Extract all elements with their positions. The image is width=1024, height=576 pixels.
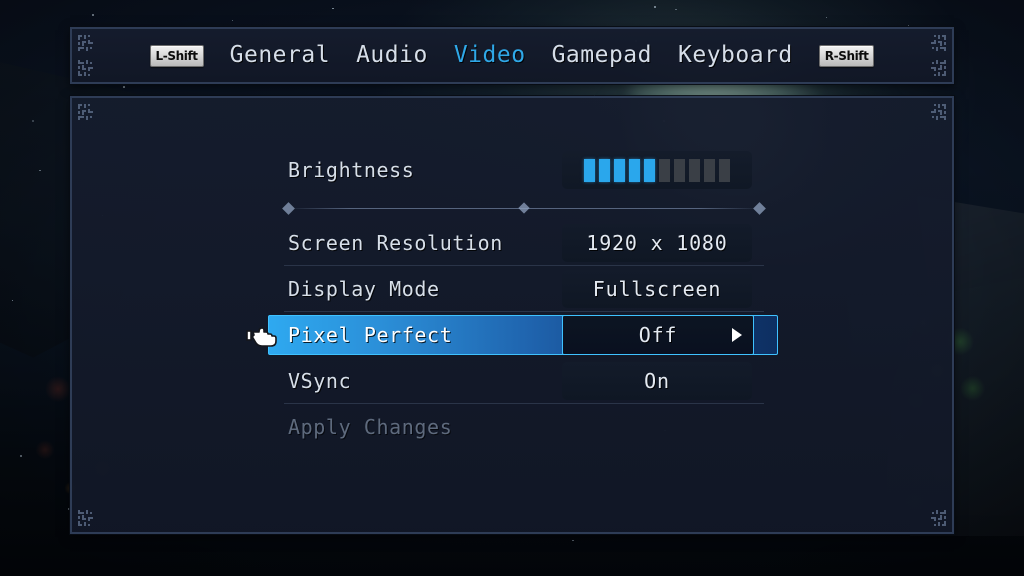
brightness-segment[interactable] xyxy=(644,159,655,182)
setting-row-display-mode[interactable]: Display Mode Fullscreen xyxy=(284,266,764,312)
setting-value-pixel-perfect[interactable]: Off xyxy=(562,315,754,355)
chevron-right-icon[interactable] xyxy=(732,328,742,342)
divider-diamond-icon xyxy=(282,202,295,215)
video-settings-panel: Brightness Screen Resolution 1920 x 1080… xyxy=(70,96,954,534)
apply-changes-label: Apply Changes xyxy=(284,415,562,439)
setting-value-screen-resolution[interactable]: 1920 x 1080 xyxy=(562,224,752,262)
brightness-slider[interactable] xyxy=(562,151,752,189)
setting-row-apply-changes[interactable]: Apply Changes xyxy=(284,404,764,450)
ornament-corner-icon xyxy=(77,103,94,120)
brightness-segment[interactable] xyxy=(719,159,730,182)
tab-video[interactable]: Video xyxy=(454,44,526,67)
tab-general[interactable]: General xyxy=(230,44,330,67)
brightness-segment[interactable] xyxy=(689,159,700,182)
brightness-segment[interactable] xyxy=(629,159,640,182)
ornament-corner-icon xyxy=(77,510,94,527)
setting-label-brightness: Brightness xyxy=(284,158,562,182)
divider-diamond-icon xyxy=(753,202,766,215)
divider-diamond-icon xyxy=(518,202,529,213)
setting-row-pixel-perfect[interactable]: Pixel Perfect Off xyxy=(284,312,764,358)
setting-value-text: Off xyxy=(639,323,678,347)
brightness-segment[interactable] xyxy=(674,159,685,182)
brightness-segment[interactable] xyxy=(599,159,610,182)
brightness-segment[interactable] xyxy=(704,159,715,182)
pointing-hand-cursor-icon xyxy=(246,320,280,350)
settings-tab-bar: L-Shift General Audio Video Gamepad Keyb… xyxy=(70,27,954,84)
prev-tab-key-badge[interactable]: L-Shift xyxy=(150,45,204,67)
setting-label-screen-resolution: Screen Resolution xyxy=(284,231,562,255)
ornament-corner-icon xyxy=(77,34,94,51)
tab-keyboard[interactable]: Keyboard xyxy=(678,44,793,67)
tab-audio[interactable]: Audio xyxy=(356,44,428,67)
setting-row-brightness[interactable]: Brightness xyxy=(284,142,764,198)
setting-label-display-mode: Display Mode xyxy=(284,277,562,301)
brightness-segment[interactable] xyxy=(584,159,595,182)
ornament-corner-icon xyxy=(930,510,947,527)
ornament-corner-icon xyxy=(930,34,947,51)
setting-value-vsync[interactable]: On xyxy=(562,362,752,400)
next-tab-key-badge[interactable]: R-Shift xyxy=(819,45,875,67)
setting-row-screen-resolution[interactable]: Screen Resolution 1920 x 1080 xyxy=(284,220,764,266)
brightness-segment[interactable] xyxy=(614,159,625,182)
setting-label-pixel-perfect: Pixel Perfect xyxy=(284,323,562,347)
section-divider xyxy=(284,200,764,218)
brightness-segment[interactable] xyxy=(659,159,670,182)
ornament-corner-icon xyxy=(930,103,947,120)
ornament-corner-icon xyxy=(930,60,947,77)
setting-value-display-mode[interactable]: Fullscreen xyxy=(562,270,752,308)
settings-list: Brightness Screen Resolution 1920 x 1080… xyxy=(284,142,764,450)
tab-gamepad[interactable]: Gamepad xyxy=(552,44,652,67)
setting-label-vsync: VSync xyxy=(284,369,562,393)
ornament-corner-icon xyxy=(77,60,94,77)
setting-row-vsync[interactable]: VSync On xyxy=(284,358,764,404)
